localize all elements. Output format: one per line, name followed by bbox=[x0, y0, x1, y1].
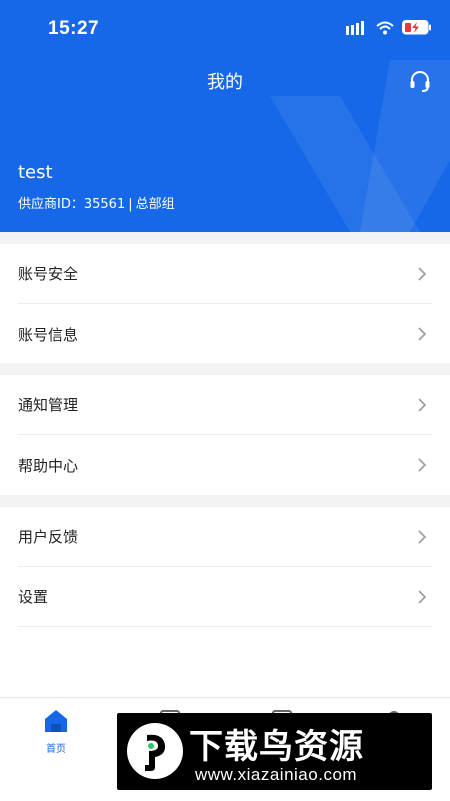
menu-item-label: 通知管理 bbox=[18, 396, 79, 414]
menu-item-notification-management[interactable]: 通知管理 bbox=[18, 375, 432, 435]
supplier-id: 35561 bbox=[83, 197, 126, 212]
battery-charging-icon bbox=[402, 20, 431, 35]
section-divider bbox=[0, 363, 450, 375]
section-divider bbox=[0, 232, 450, 244]
menu-item-label: 设置 bbox=[18, 588, 49, 606]
chevron-right-icon bbox=[418, 589, 427, 604]
supplier-info: 供应商ID：35561 | 总部组 bbox=[18, 193, 175, 212]
chevron-right-icon bbox=[418, 327, 427, 341]
home-icon bbox=[45, 710, 67, 732]
supplier-separator: | bbox=[128, 197, 133, 212]
watermark-banner: 下载鸟资源 www.xiazainiao.com bbox=[117, 713, 432, 790]
cellular-signal-icon bbox=[346, 20, 364, 35]
menu-item-settings[interactable]: 设置 bbox=[18, 567, 432, 627]
menu-item-label: 账号安全 bbox=[18, 265, 79, 283]
menu-item-label: 用户反馈 bbox=[18, 528, 79, 546]
chevron-right-icon bbox=[418, 266, 427, 281]
status-time: 15:27 bbox=[48, 18, 100, 39]
chevron-right-icon bbox=[418, 458, 427, 472]
status-bar: 15:27 bbox=[0, 0, 450, 60]
menu-item-label: 帮助中心 bbox=[18, 456, 79, 475]
wifi-icon bbox=[376, 21, 394, 34]
profile-header: 15:27 我的 test 供应商ID：35561 | 总部组 bbox=[0, 0, 450, 232]
customer-service-headset-icon[interactable] bbox=[408, 69, 432, 93]
chevron-right-icon bbox=[418, 397, 427, 412]
supplier-group: 总部组 bbox=[135, 197, 175, 212]
menu-item-help-center[interactable]: 帮助中心 bbox=[18, 435, 432, 495]
tab-home[interactable]: 首页 bbox=[26, 708, 86, 755]
status-icons bbox=[346, 20, 432, 35]
menu-item-user-feedback[interactable]: 用户反馈 bbox=[18, 507, 432, 567]
page-title: 我的 bbox=[207, 72, 243, 93]
watermark-logo-icon bbox=[127, 723, 183, 779]
username: test bbox=[18, 162, 53, 183]
tab-home-label: 首页 bbox=[46, 744, 66, 755]
menu-item-account-info[interactable]: 账号信息 bbox=[18, 304, 432, 364]
watermark-title: 下载鸟资源 bbox=[189, 727, 364, 767]
section-divider bbox=[0, 495, 450, 507]
menu-item-label: 账号信息 bbox=[18, 325, 79, 344]
supplier-label: 供应商ID： bbox=[18, 197, 84, 212]
chevron-right-icon bbox=[418, 529, 427, 544]
watermark-url: www.xiazainiao.com bbox=[195, 765, 358, 784]
menu-item-account-security[interactable]: 账号安全 bbox=[18, 244, 432, 304]
